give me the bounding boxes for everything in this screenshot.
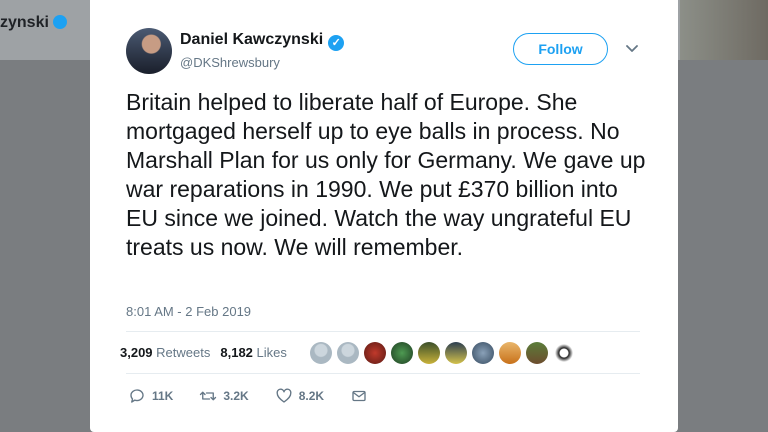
tweet-stats: 3,209 Retweets 8,182 Likes — [120, 345, 287, 360]
divider — [126, 331, 640, 332]
liker-avatar[interactable] — [472, 342, 494, 364]
liker-avatar[interactable] — [445, 342, 467, 364]
likes-stat[interactable]: 8,182 Likes — [220, 345, 287, 360]
likes-count: 8,182 — [220, 345, 253, 360]
reply-icon — [130, 389, 144, 403]
tweet-card: Daniel Kawczynski ✓ @DKShrewsbury Follow … — [90, 0, 678, 432]
retweets-label: Retweets — [156, 345, 211, 360]
envelope-icon — [352, 390, 366, 402]
liker-avatar[interactable] — [364, 342, 386, 364]
liker-avatars — [310, 342, 575, 364]
likes-label: Likes — [256, 345, 287, 360]
reply-button[interactable]: 11K — [128, 387, 173, 405]
tweet-text: Britain helped to liberate half of Europ… — [126, 89, 646, 260]
retweets-stat[interactable]: 3,209 Retweets — [120, 345, 210, 360]
retweet-button[interactable]: 3.2K — [199, 387, 249, 405]
background-photo — [680, 0, 768, 60]
liker-avatar[interactable] — [418, 342, 440, 364]
liker-avatar[interactable] — [391, 342, 413, 364]
chevron-down-icon[interactable] — [624, 40, 640, 56]
liker-avatar[interactable] — [310, 342, 332, 364]
background-verified-icon — [52, 15, 67, 29]
avatar[interactable] — [126, 28, 172, 74]
divider — [126, 373, 640, 374]
retweet-count: 3.2K — [223, 389, 249, 403]
tweet-timestamp[interactable]: 8:01 AM - 2 Feb 2019 — [126, 304, 251, 319]
liker-avatar[interactable] — [499, 342, 521, 364]
author-name[interactable]: Daniel Kawczynski ✓ — [180, 31, 345, 51]
background-profile-name: zynski — [0, 14, 67, 32]
verified-badge-icon: ✓ — [328, 35, 345, 51]
liker-avatar[interactable] — [337, 342, 359, 364]
liker-avatar[interactable] — [553, 342, 575, 364]
reply-count: 11K — [152, 389, 174, 403]
direct-message-button[interactable] — [350, 387, 368, 405]
author-handle[interactable]: @DKShrewsbury — [180, 55, 280, 70]
heart-icon — [276, 388, 292, 403]
retweet-icon — [200, 391, 217, 401]
retweets-count: 3,209 — [120, 345, 153, 360]
like-count: 8.2K — [298, 389, 325, 403]
liker-avatar[interactable] — [526, 342, 548, 364]
like-button[interactable]: 8.2K — [275, 387, 324, 405]
follow-button[interactable]: Follow — [513, 33, 608, 65]
tweet-actions: 11K 3.2K 8.2K — [128, 387, 394, 405]
